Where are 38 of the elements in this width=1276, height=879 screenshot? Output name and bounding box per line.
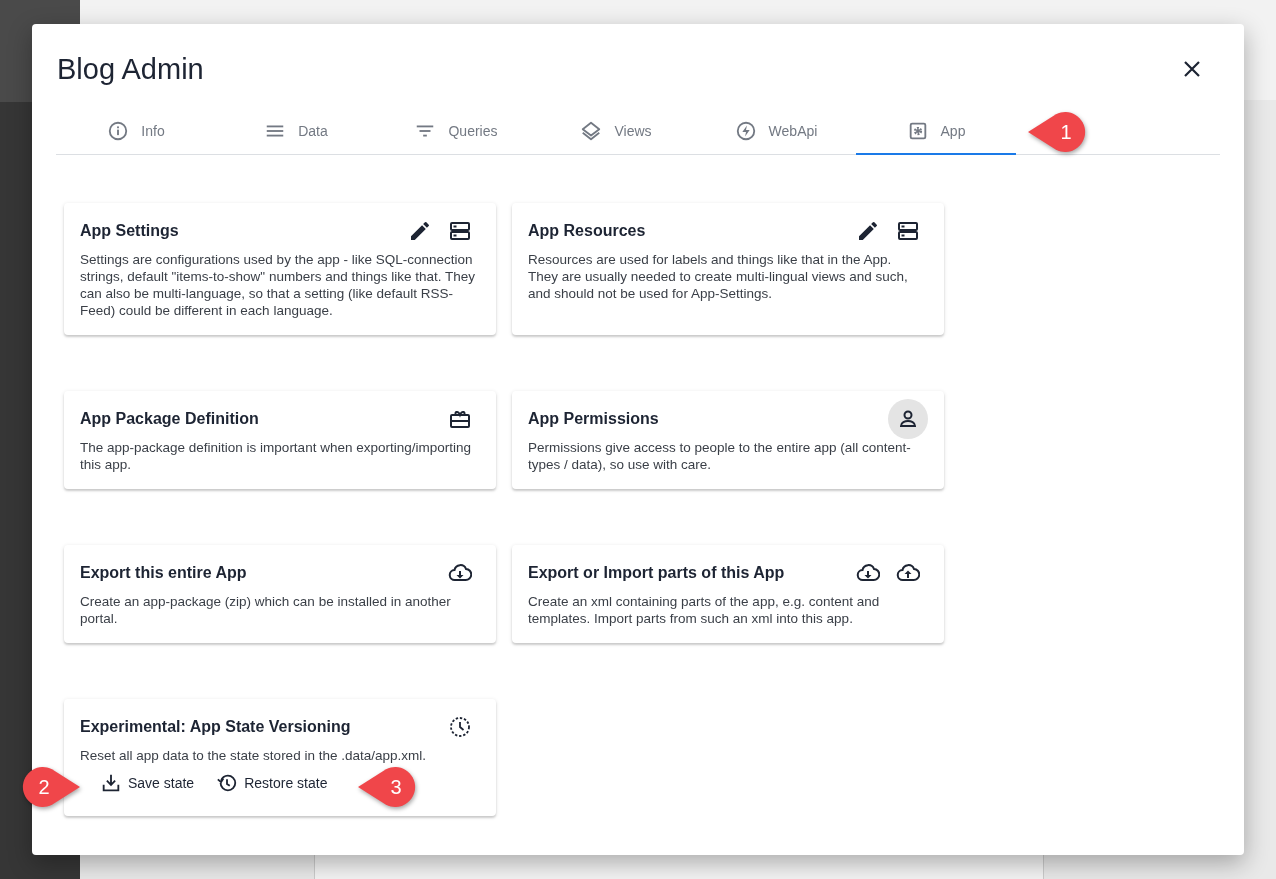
storage-icon bbox=[448, 219, 472, 243]
pencil-icon bbox=[408, 219, 432, 243]
dialog-title: Blog Admin bbox=[56, 52, 204, 86]
card-description: Permissions give access to people to the entire app (all content-types / data), so use with care. bbox=[528, 439, 912, 473]
callout-badge: 1 bbox=[1026, 110, 1088, 154]
card-description: Create an app-package (zip) which can be installed in another portal. bbox=[80, 593, 452, 627]
restore-icon bbox=[216, 772, 239, 794]
lightning-icon bbox=[734, 119, 757, 142]
card-title: Export this entire App bbox=[80, 564, 248, 582]
card-title: App Package Definition bbox=[80, 410, 260, 428]
callout-badge: 2 bbox=[20, 765, 82, 809]
callout-badge: 3 bbox=[356, 765, 418, 809]
card-description: Resources are used for labels and things like that in the App. They are usually needed to create multi-lingual views and such, and should not be used for App-Settings. bbox=[528, 251, 909, 302]
icon-button[interactable] bbox=[888, 399, 928, 439]
pencil-icon bbox=[856, 219, 880, 243]
tab[interactable]: Queries bbox=[376, 110, 536, 155]
card-title: App Settings bbox=[80, 222, 180, 240]
download-icon bbox=[100, 772, 122, 794]
card-title: Experimental: App State Versioning bbox=[80, 718, 352, 736]
close-icon bbox=[1183, 60, 1201, 78]
info-icon bbox=[107, 119, 130, 142]
storage-icon bbox=[896, 219, 920, 243]
layers-icon bbox=[580, 119, 603, 142]
card-title: App Resources bbox=[528, 222, 647, 240]
tab[interactable]: App bbox=[856, 110, 1016, 155]
action-button[interactable]: Restore state bbox=[212, 768, 332, 798]
tab[interactable]: WebApi bbox=[696, 110, 856, 155]
card-title: Export or Import parts of this App bbox=[528, 564, 786, 582]
card-description: The app-package definition is important when exporting/importing this app. bbox=[80, 439, 472, 473]
card-description: Settings are configurations used by the app - like SQL-connection strings, default "items-to-show" numbers and things like that. They can also be multi-language, so that a setting (like default RSS-Feed) could be different in each language. bbox=[80, 251, 477, 319]
tab[interactable]: Views bbox=[536, 110, 696, 155]
clock-icon bbox=[448, 715, 472, 739]
card-title: App Permissions bbox=[528, 410, 660, 428]
tab[interactable]: Data bbox=[216, 110, 376, 155]
card-description: Create an xml containing parts of the app, e.g. content and templates. Import parts from such an xml into this app. bbox=[528, 593, 881, 627]
tab[interactable]: Info bbox=[56, 110, 216, 155]
card-description: Reset all app data to the state stored in the .data/app.xml. bbox=[80, 747, 427, 764]
action-button[interactable]: Save state bbox=[96, 768, 199, 798]
